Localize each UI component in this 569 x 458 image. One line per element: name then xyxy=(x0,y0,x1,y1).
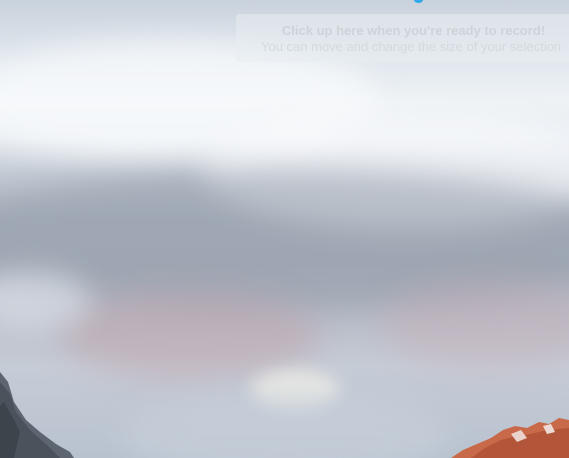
cloud xyxy=(60,290,320,380)
record-hint-panel[interactable]: Click up here when you're ready to recor… xyxy=(236,14,569,62)
sunlit-ridge xyxy=(451,418,569,458)
record-indicator[interactable] xyxy=(414,0,423,3)
mountain-rock xyxy=(0,372,74,458)
cloud xyxy=(120,390,450,458)
desktop-wallpaper: Click up here when you're ready to recor… xyxy=(0,0,569,458)
cloud xyxy=(380,280,569,370)
hint-title: Click up here when you're ready to recor… xyxy=(281,23,546,38)
hint-subtitle: You can move and change the size of your… xyxy=(261,39,562,54)
